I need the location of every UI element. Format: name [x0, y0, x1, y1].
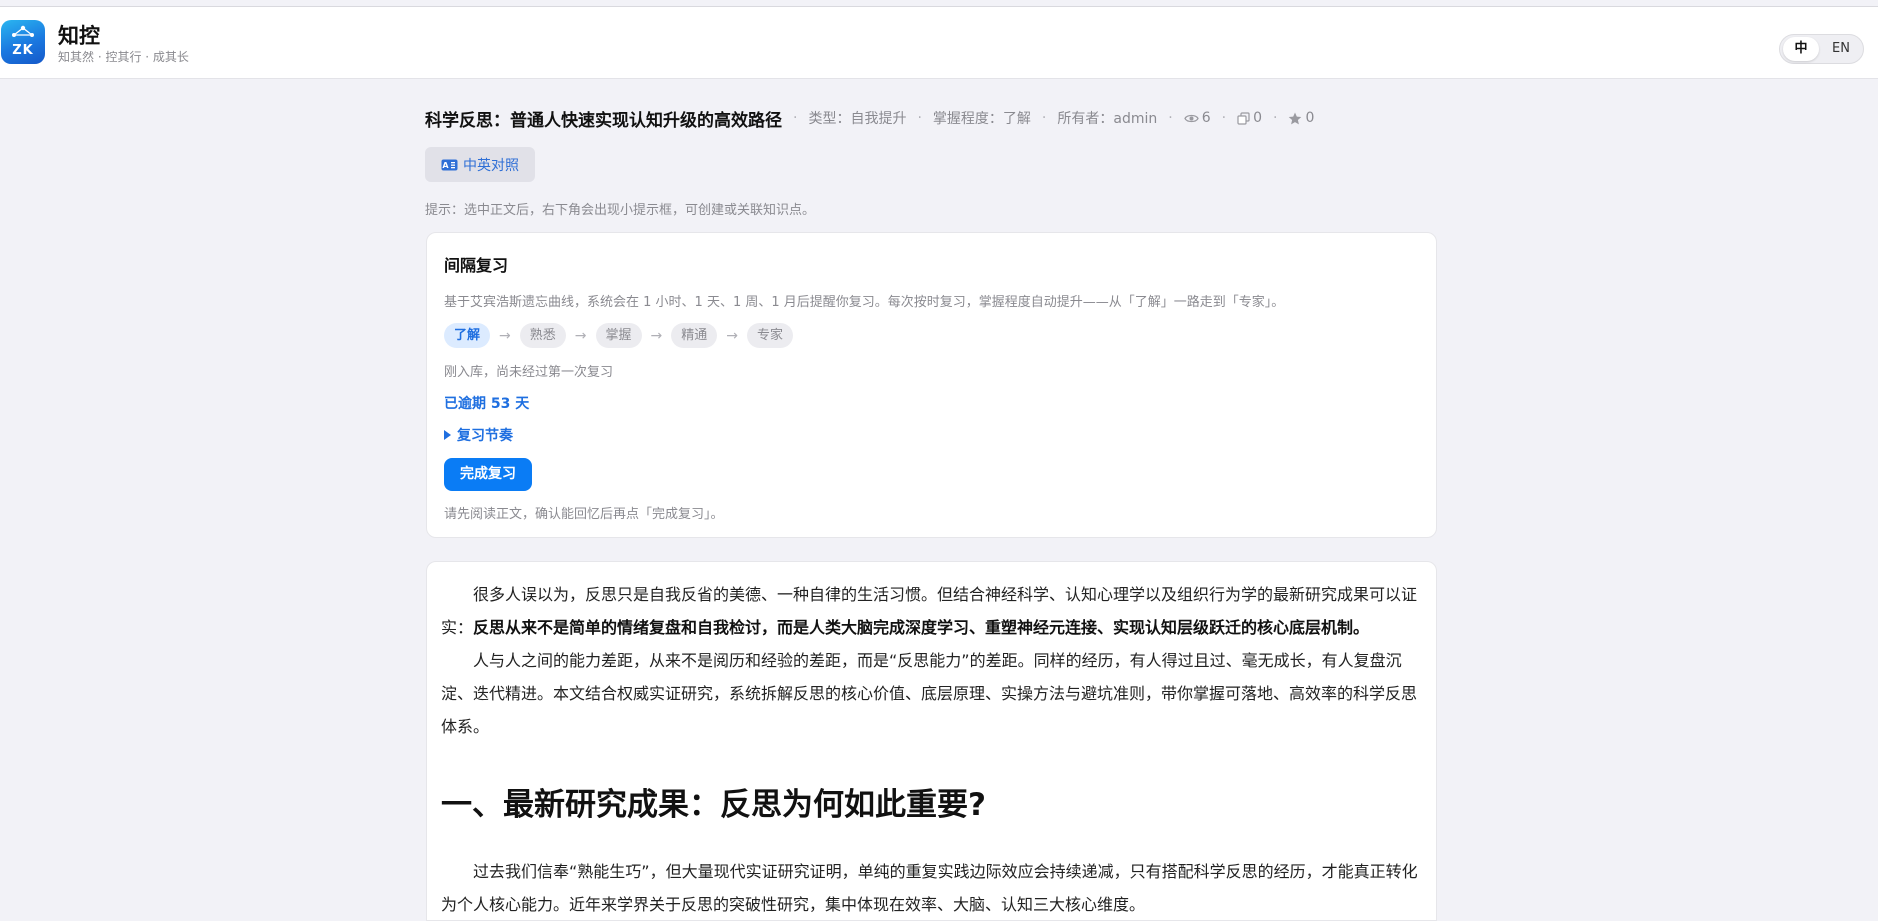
translate-icon: A — [441, 159, 458, 170]
article-body: 很多人误以为，反思只是自我反省的美德、一种自律的生活习惯。但结合神经科学、认知心… — [426, 561, 1437, 921]
level-chip: 了解 — [444, 323, 491, 348]
lang-zh-button[interactable]: 中 — [1783, 37, 1819, 61]
level-chip: 掌握 — [595, 323, 642, 348]
doc-type: 类型：自我提升 — [808, 111, 907, 127]
level-arrow: → — [650, 327, 663, 344]
article-paragraph: 人与人之间的能力差距，从来不是阅历和经验的差距，而是“反思能力”的差距。同样的经… — [441, 651, 1418, 736]
level-chip: 专家 — [747, 323, 794, 348]
lang-en-button[interactable]: EN — [1822, 37, 1860, 61]
separator-dot: · — [1041, 110, 1047, 126]
stars-stat[interactable]: 0 — [1288, 110, 1314, 126]
overdue-label: 已逾期 53 天 — [444, 396, 530, 412]
bilingual-toggle-button[interactable]: A 中英对照 — [425, 147, 535, 182]
network-icon — [12, 25, 34, 37]
level-chip: 熟悉 — [519, 323, 566, 348]
app-header: ZK 知控 知其然 · 控其行 · 成其长 中 EN — [0, 7, 1878, 79]
selection-hint: 提示：选中正文后，右下角会出现小提示框，可创建或关联知识点。 — [425, 203, 816, 218]
app-subtitle: 知其然 · 控其行 · 成其长 — [58, 50, 189, 64]
views-count: 6 — [1201, 110, 1211, 126]
eye-icon — [1183, 114, 1199, 122]
copy-icon — [1237, 111, 1250, 125]
doc-title: 科学反思：普通人快速实现认知升级的高效路径 — [425, 110, 782, 131]
review-status: 刚入库，尚未经过第一次复习 — [444, 365, 614, 380]
copies-count: 0 — [1253, 110, 1262, 126]
review-rhythm-label: 复习节奏 — [457, 428, 513, 444]
svg-text:A: A — [442, 161, 449, 170]
views-stat: 6 — [1183, 110, 1211, 126]
separator-dot: · — [917, 110, 922, 126]
language-switch: 中 EN — [1779, 34, 1864, 64]
level-arrow: → — [499, 327, 511, 344]
article-paragraph: 过去我们信奉“熟能生巧”，但大量现代实证研究证明，单纯的重复实践边际效应会持续递… — [441, 862, 1418, 914]
bilingual-label: 中英对照 — [463, 157, 519, 174]
level-chip: 精通 — [671, 323, 718, 348]
review-description: 基于艾宾浩斯遗忘曲线，系统会在 1 小时、1 天、1 周、1 月后提醒你复习。每… — [444, 295, 1285, 310]
doc-meta-row: 科学反思：普通人快速实现认知升级的高效路径 · 类型：自我提升 · 掌握程度：了… — [425, 106, 1314, 131]
app-logo[interactable]: ZK — [1, 20, 45, 64]
triangle-right-icon — [444, 430, 451, 440]
review-title: 间隔复习 — [444, 256, 509, 275]
separator-dot: · — [1272, 110, 1278, 126]
separator-dot: · — [793, 110, 798, 126]
app-title: 知控 — [58, 24, 100, 48]
level-arrow: → — [574, 327, 587, 344]
level-arrow: → — [726, 327, 738, 344]
star-icon — [1289, 112, 1302, 124]
article-paragraph: 很多人误以为，反思只是自我反省的美德、一种自律的生活习惯。但结合神经科学、认知心… — [441, 578, 1421, 644]
review-note: 请先阅读正文，确认能回忆后再点「完成复习」。 — [444, 507, 724, 522]
doc-mastery: 掌握程度：了解 — [932, 111, 1031, 127]
copies-stat[interactable]: 0 — [1237, 110, 1262, 126]
separator-dot: · — [1221, 110, 1227, 126]
section-heading: 一、最新研究成果：反思为何如此重要? — [441, 787, 986, 823]
stars-count: 0 — [1305, 110, 1315, 126]
paragraph-bold-text: 反思从来不是简单的情绪复盘和自我检讨，而是人类大脑完成深度学习、重塑神经元连接、… — [473, 618, 1370, 637]
logo-text: ZK — [12, 43, 34, 58]
review-rhythm-toggle[interactable]: 复习节奏 — [444, 425, 513, 445]
complete-review-button[interactable]: 完成复习 — [444, 458, 532, 491]
doc-owner: 所有者：admin — [1057, 111, 1158, 127]
separator-dot: · — [1168, 110, 1173, 126]
spaced-review-card: 间隔复习 基于艾宾浩斯遗忘曲线，系统会在 1 小时、1 天、1 周、1 月后提醒… — [426, 232, 1437, 538]
mastery-levels: 了解 → 熟悉 → 掌握 → 精通 → 专家 — [444, 323, 794, 348]
